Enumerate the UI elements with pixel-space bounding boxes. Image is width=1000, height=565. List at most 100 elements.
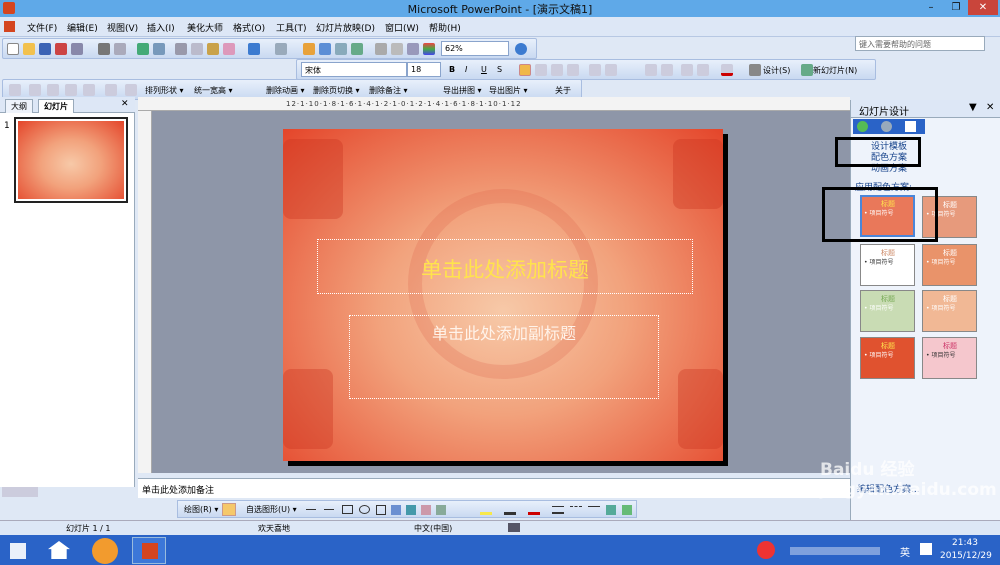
- menu-insert[interactable]: 插入(I): [147, 21, 175, 34]
- save-icon[interactable]: [39, 43, 51, 55]
- tray-app-icon[interactable]: [757, 541, 775, 559]
- ime-indicator[interactable]: 英: [900, 544, 910, 559]
- diagram-icon[interactable]: [406, 505, 416, 515]
- forward-icon[interactable]: [881, 121, 892, 132]
- delete-notes-button[interactable]: 删除备注 ▾: [369, 85, 408, 96]
- format-painter-icon[interactable]: [223, 43, 235, 55]
- decrease-font-icon[interactable]: [661, 64, 673, 76]
- font-color-draw-icon[interactable]: [528, 505, 540, 515]
- menu-slideshow[interactable]: 幻灯片放映(D): [316, 21, 375, 34]
- powerpoint-taskbar-icon[interactable]: [132, 537, 166, 564]
- home-icon[interactable]: [905, 121, 916, 132]
- select-objects-icon[interactable]: [222, 503, 236, 516]
- chart-icon[interactable]: [303, 43, 315, 55]
- maximize-button[interactable]: ❐: [943, 0, 969, 15]
- delete-transition-button[interactable]: 删除页切换 ▾: [313, 85, 360, 96]
- bullets-icon[interactable]: [605, 64, 617, 76]
- rectangle-icon[interactable]: [342, 505, 353, 514]
- picture-icon[interactable]: [436, 505, 446, 515]
- increase-font-icon[interactable]: [645, 64, 657, 76]
- underline-button[interactable]: U: [481, 65, 487, 74]
- 3d-style-icon[interactable]: [622, 505, 632, 515]
- new-slide-button[interactable]: 新幻灯片(N): [813, 65, 857, 76]
- addin-icon-3[interactable]: [47, 84, 59, 96]
- minimize-button[interactable]: –: [918, 0, 944, 15]
- tab-slides[interactable]: 幻灯片: [38, 99, 74, 113]
- increase-indent-icon[interactable]: [697, 64, 709, 76]
- paste-icon[interactable]: [207, 43, 219, 55]
- help-icon[interactable]: [515, 43, 527, 55]
- expand-all-icon[interactable]: [375, 43, 387, 55]
- new-slide-icon[interactable]: [351, 43, 363, 55]
- font-color-icon[interactable]: [721, 64, 733, 76]
- color-grayscale-icon[interactable]: [423, 43, 435, 55]
- subtitle-placeholder[interactable]: 单击此处添加副标题: [349, 315, 659, 399]
- email-icon[interactable]: [71, 43, 83, 55]
- addin-icon-5[interactable]: [83, 84, 95, 96]
- font-size-select[interactable]: 18: [407, 62, 441, 77]
- wordart-icon[interactable]: [391, 505, 401, 515]
- arrange-shapes-button[interactable]: 排列形状 ▾: [145, 85, 184, 96]
- print-icon[interactable]: [98, 43, 110, 55]
- preview-icon[interactable]: [114, 43, 126, 55]
- menu-beautify[interactable]: 美化大师: [187, 21, 223, 34]
- cut-icon[interactable]: [175, 43, 187, 55]
- table-icon[interactable]: [319, 43, 331, 55]
- research-icon[interactable]: [153, 43, 165, 55]
- new-slide-small-icon[interactable]: [801, 64, 813, 76]
- delete-animation-button[interactable]: 删除动画 ▾: [266, 85, 305, 96]
- distribute-icon[interactable]: [567, 64, 579, 76]
- oval-icon[interactable]: [359, 505, 370, 514]
- shadow-style-icon[interactable]: [606, 505, 616, 515]
- tables-borders-icon[interactable]: [335, 43, 347, 55]
- tray-icons[interactable]: [790, 547, 880, 555]
- clock-date[interactable]: 2015/12/29: [940, 551, 992, 561]
- arrow-style-icon[interactable]: [588, 506, 600, 514]
- menu-window[interactable]: 窗口(W): [385, 21, 419, 34]
- permission-icon[interactable]: [55, 43, 67, 55]
- browser-icon[interactable]: [92, 538, 118, 564]
- view-buttons[interactable]: [2, 487, 38, 497]
- redo-icon[interactable]: [275, 43, 287, 55]
- menu-format[interactable]: 格式(O): [233, 21, 265, 34]
- ime-mode-icon[interactable]: [920, 543, 932, 555]
- close-button[interactable]: ✕: [968, 0, 998, 15]
- decrease-indent-icon[interactable]: [681, 64, 693, 76]
- menu-view[interactable]: 视图(V): [107, 21, 138, 34]
- about-button[interactable]: 关于: [555, 85, 571, 96]
- bold-button[interactable]: B: [449, 65, 455, 74]
- align-right-icon[interactable]: [551, 64, 563, 76]
- uniform-size-button[interactable]: 统一宽高 ▾: [194, 85, 233, 96]
- addin-icon-1[interactable]: [9, 84, 21, 96]
- italic-button[interactable]: I: [465, 65, 467, 74]
- show-formatting-icon[interactable]: [391, 43, 403, 55]
- addin-icon-4[interactable]: [65, 84, 77, 96]
- slide[interactable]: 单击此处添加标题 单击此处添加副标题: [283, 129, 723, 461]
- undo-icon[interactable]: [248, 43, 260, 55]
- menu-edit[interactable]: 编辑(E): [67, 21, 98, 34]
- design-button[interactable]: 设计(S): [763, 65, 790, 76]
- design-icon[interactable]: [749, 64, 761, 76]
- grid-icon[interactable]: [407, 43, 419, 55]
- pane-menu-icon[interactable]: ▼: [969, 102, 977, 113]
- fill-color-icon[interactable]: [480, 505, 492, 515]
- menu-tools[interactable]: 工具(T): [276, 21, 307, 34]
- tab-outline[interactable]: 大纲: [5, 99, 33, 113]
- zoom-select[interactable]: 62%: [441, 41, 509, 56]
- export-image-button[interactable]: 导出图片 ▾: [489, 85, 528, 96]
- help-search-input[interactable]: 键入需要帮助的问题: [855, 36, 985, 51]
- close-pane-icon[interactable]: ✕: [121, 99, 129, 109]
- line-icon[interactable]: [306, 509, 316, 510]
- numbering-icon[interactable]: [589, 64, 601, 76]
- spelling-icon[interactable]: [137, 43, 149, 55]
- slide-thumbnail[interactable]: [14, 117, 128, 203]
- title-placeholder[interactable]: 单击此处添加标题: [317, 239, 693, 294]
- align-left-icon[interactable]: [519, 64, 531, 76]
- new-icon[interactable]: [7, 43, 19, 55]
- line-style-icon[interactable]: [552, 506, 564, 514]
- line-color-icon[interactable]: [504, 505, 516, 515]
- open-icon[interactable]: [23, 43, 35, 55]
- font-select[interactable]: 宋体: [301, 62, 407, 77]
- clipart-icon[interactable]: [421, 505, 431, 515]
- autoshape-menu-button[interactable]: 自选图形(U) ▾: [246, 504, 297, 515]
